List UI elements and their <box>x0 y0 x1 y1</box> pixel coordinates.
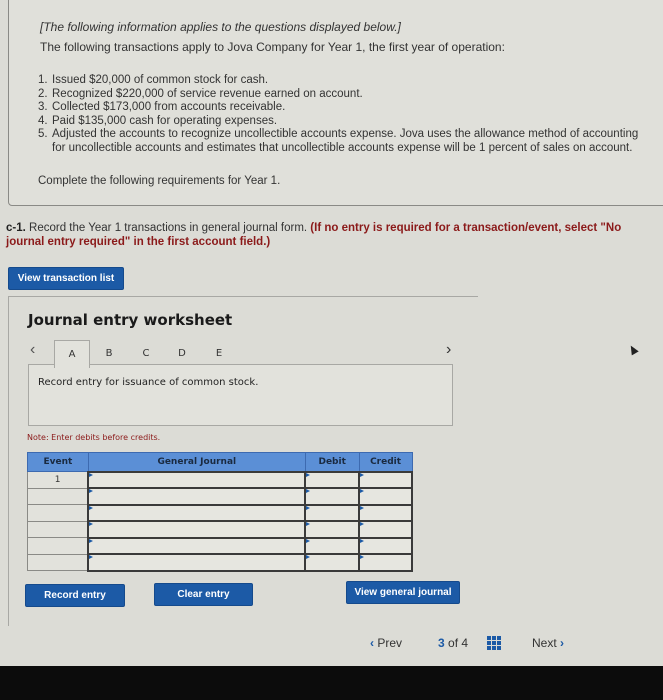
screen-bezel <box>0 666 663 700</box>
worksheet-tabs: ‹ A B C D E › <box>28 337 468 368</box>
account-input[interactable] <box>87 553 307 572</box>
credit-input[interactable] <box>358 520 413 539</box>
column-header-debit: Debit <box>304 452 360 472</box>
tab-e[interactable]: E <box>201 340 237 366</box>
account-input[interactable] <box>87 536 307 555</box>
event-cell <box>27 504 89 522</box>
view-general-journal-button[interactable]: View general journal <box>346 581 460 604</box>
current-page: 3 <box>438 636 445 650</box>
account-input[interactable] <box>87 470 307 489</box>
credit-input[interactable] <box>358 487 413 506</box>
transaction-item: 1. Issued $20,000 of common stock for cas… <box>38 74 269 86</box>
requirement-label: c-1. <box>6 222 26 234</box>
credit-input[interactable] <box>358 553 413 572</box>
intro-text: The following transactions apply to Jova… <box>40 40 505 54</box>
transaction-item: 5. Adjusted the accounts to recognize unc… <box>38 128 639 154</box>
intro-note: [The following information applies to th… <box>40 20 401 34</box>
chevron-left-icon[interactable]: ‹ <box>30 341 35 359</box>
debit-input[interactable] <box>304 520 361 539</box>
column-header-event: Event <box>27 452 89 472</box>
chevron-right-icon[interactable]: › <box>446 341 451 359</box>
entry-prompt: Record entry for issuance of common stoc… <box>38 377 259 388</box>
requirement-c1: c-1. Record the Year 1 transactions in g… <box>6 221 656 249</box>
prev-label: Prev <box>377 636 403 650</box>
event-cell: 1 <box>27 471 89 489</box>
pagination: ‹ Prev 3 of 4 Next › <box>340 632 663 654</box>
table-row <box>27 503 413 522</box>
tab-d[interactable]: D <box>164 340 200 366</box>
next-label: Next <box>532 636 557 650</box>
table-row <box>27 487 413 506</box>
event-cell <box>27 537 89 555</box>
table-row <box>27 536 413 555</box>
column-header-general-journal: General Journal <box>87 452 306 472</box>
debit-input[interactable] <box>304 553 361 572</box>
event-cell <box>27 487 89 505</box>
transaction-item: 3. Collected $173,000 from accounts recei… <box>38 101 286 113</box>
account-input[interactable] <box>87 503 307 522</box>
tab-b[interactable]: B <box>91 340 127 366</box>
event-cell <box>27 520 89 538</box>
next-button[interactable]: Next › <box>532 636 564 650</box>
debit-input[interactable] <box>304 503 361 522</box>
transaction-list: 1. Issued $20,000 of common stock for cas… <box>38 74 648 155</box>
account-input[interactable] <box>87 520 307 539</box>
requirement-text: Record the Year 1 transactions in genera… <box>25 222 311 234</box>
debit-input[interactable] <box>304 536 361 555</box>
credit-input[interactable] <box>358 536 413 555</box>
table-header-row: Event General Journal Debit Credit <box>27 452 413 472</box>
chevron-left-icon: ‹ <box>370 636 374 650</box>
mouse-cursor-icon <box>627 343 639 356</box>
debits-note: Note: Enter debits before credits. <box>27 433 161 442</box>
transaction-item: 4. Paid $135,000 cash for operating expen… <box>38 114 278 127</box>
tab-a[interactable]: A <box>54 340 90 368</box>
tab-c[interactable]: C <box>128 340 164 366</box>
page-indicator: 3 of 4 <box>438 636 468 650</box>
chevron-right-icon: › <box>560 636 565 650</box>
debit-input[interactable] <box>304 470 361 489</box>
column-header-credit: Credit <box>358 452 413 472</box>
record-entry-button[interactable]: Record entry <box>25 584 125 607</box>
table-row <box>27 520 413 539</box>
tab-panel <box>28 364 453 426</box>
requirements-intro: Complete the following requirements for … <box>38 175 281 187</box>
view-transaction-list-button[interactable]: View transaction list <box>8 267 124 290</box>
total-pages: of 4 <box>448 636 469 650</box>
event-cell <box>27 553 89 571</box>
prev-button[interactable]: ‹ Prev <box>370 636 402 650</box>
grid-icon[interactable] <box>487 636 501 650</box>
table-row: 1 <box>27 470 413 489</box>
debit-input[interactable] <box>304 487 361 506</box>
clear-entry-button[interactable]: Clear entry <box>154 583 253 606</box>
credit-input[interactable] <box>358 470 413 489</box>
worksheet-title: Journal entry worksheet <box>28 311 233 329</box>
credit-input[interactable] <box>358 503 413 522</box>
journal-table: Event General Journal Debit Credit 1 <box>27 452 413 572</box>
transaction-item: 2. Recognized $220,000 of service revenue… <box>38 87 363 100</box>
account-input[interactable] <box>87 487 307 506</box>
table-row <box>27 553 413 572</box>
